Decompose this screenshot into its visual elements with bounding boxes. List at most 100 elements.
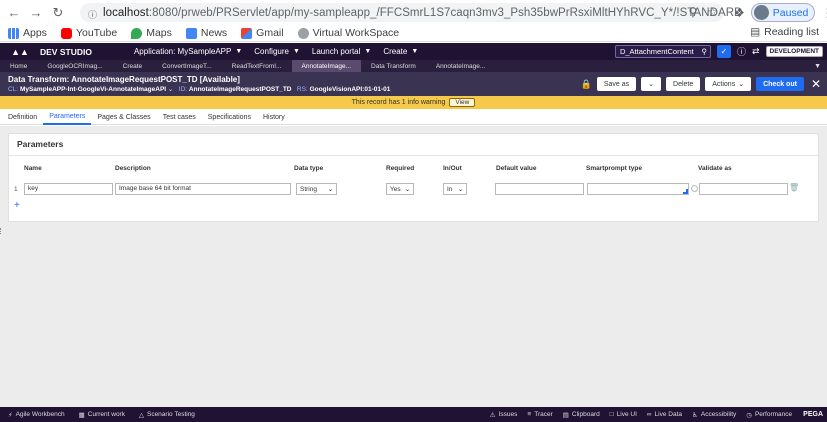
tracer-button[interactable]: ≡ Tracer (527, 411, 552, 418)
required-select[interactable]: Yes ⌄ (386, 183, 414, 195)
param-name-input[interactable]: key (24, 183, 113, 195)
bookmark-news[interactable]: News (185, 27, 227, 39)
data-type-select[interactable]: String ⌄ (296, 183, 337, 195)
bookmark-gmail[interactable]: Gmail (241, 27, 284, 39)
url-text[interactable]: localhost:8080/prweb/PRServlet/app/my-sa… (103, 7, 742, 19)
tab-readtextfromimage[interactable]: ReadTextFromI... (222, 60, 292, 72)
default-value-input[interactable] (495, 183, 584, 195)
info-circle-icon[interactable] (691, 185, 698, 192)
check-out-button[interactable]: Check out (756, 77, 804, 91)
chevron-down-icon: ▼ (364, 48, 372, 55)
cl-value[interactable]: MySampleAPP-Int-GoogleVi-AnnotateImageAP… (20, 86, 166, 93)
record-tabs: Definition Parameters Pages & Classes Te… (0, 110, 827, 125)
configure-menu[interactable]: Configure ▼ (254, 47, 300, 56)
panel-title: Parameters (17, 139, 64, 149)
warning-icon: ⚠ (489, 411, 496, 419)
tab-pages-classes[interactable]: Pages & Classes (91, 110, 156, 125)
live-ui-label: Live UI (616, 411, 637, 418)
apps-grid-icon (8, 27, 19, 39)
accessibility-button[interactable]: ♿ Accessibility (692, 411, 736, 419)
tab-annotateimage[interactable]: AnnotateImage... (426, 60, 496, 72)
application-menu[interactable]: Application: MySampleAPP ▼ (134, 47, 242, 56)
issues-button[interactable]: ⚠ Issues (490, 411, 518, 419)
search-value: D_AttachmentContent (619, 47, 694, 56)
youtube-icon (60, 27, 72, 39)
column-header-smartprompt-type: Smartprompt type (586, 165, 642, 172)
column-header-description: Description (115, 165, 151, 172)
rs-key: RS: (296, 86, 308, 93)
help-icon[interactable]: ⓘ (737, 45, 746, 58)
agile-workbench-button[interactable]: ⚡ Agile Workbench (8, 411, 65, 419)
performance-button[interactable]: ◷ Performance (746, 411, 792, 419)
actions-label: Actions (712, 80, 736, 88)
tab-definition[interactable]: Definition (0, 110, 43, 125)
create-menu[interactable]: Create ▼ (383, 47, 418, 56)
current-work-button[interactable]: ▦ Current work (79, 411, 125, 419)
tab-home[interactable]: Home (0, 60, 37, 72)
live-ui-icon: □ (609, 411, 614, 418)
scenario-testing-button[interactable]: △ Scenario Testing (139, 411, 195, 419)
required-value: Yes (390, 185, 401, 193)
address-bar[interactable]: ⓘ localhost:8080/prweb/PRServlet/app/my-… (80, 3, 742, 22)
maps-pin-icon (131, 27, 143, 39)
launch-portal-menu[interactable]: Launch portal ▼ (312, 47, 371, 56)
tab-googleocrimage[interactable]: GoogleOCRImag... (37, 60, 112, 72)
save-as-dropdown-button[interactable]: ⌄ (641, 77, 662, 91)
forward-arrow-icon[interactable]: → (28, 5, 44, 21)
tab-test-cases[interactable]: Test cases (157, 110, 202, 125)
param-description-input[interactable]: Image base 64 bit format (115, 183, 291, 195)
reading-list-label: Reading list (764, 26, 819, 38)
menu-kebab-icon[interactable]: ⋮ (821, 6, 827, 20)
share-icon[interactable]: ⇄ (752, 46, 760, 57)
reload-icon[interactable]: ↻ (50, 5, 66, 21)
side-panel-handle[interactable] (0, 228, 3, 234)
zoom-icon[interactable]: ⚲ (688, 5, 697, 19)
site-info-icon[interactable]: ⓘ (88, 8, 97, 20)
tab-specifications[interactable]: Specifications (202, 110, 257, 125)
tab-history[interactable]: History (257, 110, 291, 125)
chevron-down-icon[interactable]: ⌄ (168, 86, 173, 93)
resize-handle-icon[interactable] (683, 189, 688, 194)
live-ui-button[interactable]: □ Live UI (610, 411, 637, 418)
extensions-puzzle-icon[interactable]: ❖ (734, 6, 745, 20)
in-out-select[interactable]: In ⌄ (443, 183, 467, 195)
tab-parameters[interactable]: Parameters (43, 110, 92, 125)
bookmark-apps[interactable]: Apps (8, 27, 47, 39)
bookmark-star-icon[interactable]: ☆ (707, 5, 718, 19)
studio-switcher[interactable]: DEV STUDIO (40, 47, 92, 57)
bookmark-maps[interactable]: Maps (131, 27, 172, 39)
pega-logo-icon[interactable]: ▲▲ (6, 43, 34, 60)
back-arrow-icon[interactable]: ← (6, 5, 22, 21)
bookmark-youtube[interactable]: YouTube (60, 27, 117, 39)
chevron-down-icon: ⌄ (738, 81, 745, 88)
save-as-button[interactable]: Save as (596, 77, 637, 91)
validate-as-input[interactable] (699, 183, 788, 195)
environment-badge: DEVELOPMENT (765, 46, 823, 57)
search-input[interactable]: D_AttachmentContent ⚲ (614, 45, 711, 58)
delete-row-trash-icon[interactable]: 🗑 (789, 183, 799, 192)
search-options-button[interactable]: ✓ (716, 45, 731, 58)
actions-menu-button[interactable]: Actions ⌄ (705, 77, 752, 91)
delete-button[interactable]: Delete (666, 77, 701, 91)
tab-create[interactable]: Create (113, 60, 153, 72)
profile-paused-button[interactable]: Paused (750, 3, 816, 22)
chevron-down-icon: ⌄ (457, 186, 463, 193)
search-icon[interactable]: ⚲ (701, 47, 707, 56)
reading-list-button[interactable]: ▤ Reading list (750, 26, 819, 38)
add-row-plus-icon[interactable]: + (14, 200, 20, 211)
view-warning-button[interactable]: View (449, 98, 476, 107)
tab-data-transform[interactable]: Data Transform (361, 60, 426, 72)
column-header-data-type: Data type (294, 165, 324, 172)
tab-convertimage[interactable]: ConvertImageT... (152, 60, 222, 72)
live-data-button[interactable]: ∞ Live Data (647, 411, 682, 418)
url-host: localhost (103, 6, 149, 19)
smartprompt-type-input[interactable] (587, 183, 689, 195)
pega-brand: PEGA (803, 411, 823, 418)
clipboard-button[interactable]: ▤ Clipboard (563, 411, 600, 419)
tab-annotateimage-active[interactable]: AnnotateImage... (291, 60, 362, 72)
bookmark-virtual-workspace[interactable]: Virtual WorkSpace (297, 27, 399, 39)
tab-overflow-chevron-icon[interactable]: ▼ (814, 60, 821, 72)
rs-value[interactable]: GoogleVisionAPI:01-01-01 (310, 86, 391, 93)
divider (9, 155, 818, 156)
close-icon[interactable]: ✕ (811, 77, 821, 91)
